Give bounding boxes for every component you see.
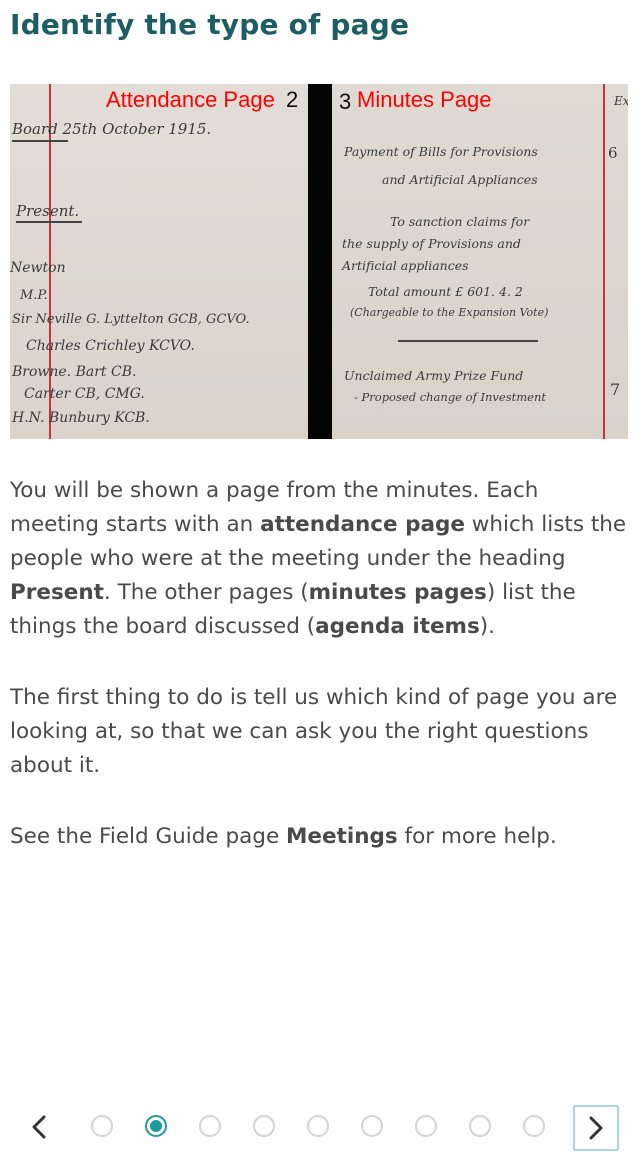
handwriting-agenda-text: Artificial appliances [342,258,469,273]
handwriting-agenda-title: - Proposed change of Investment [354,390,546,404]
previous-button[interactable] [16,1104,62,1150]
step-dot-4[interactable] [253,1115,275,1137]
handwriting-agenda-text: To sanction claims for [390,214,530,229]
intro-paragraph: You will be shown a page from the minute… [10,478,627,639]
handwriting-attendee: Newton [10,260,66,276]
handwriting-agenda-title: and Artificial Appliances [382,172,538,187]
handwriting-agenda-title: Payment of Bills for Provisions [344,144,538,159]
field-guide-meetings-link: Meetings [286,824,398,849]
handwriting-agenda-text: the supply of Provisions and [342,236,521,251]
step-dot-7[interactable] [415,1115,437,1137]
underline [16,221,82,223]
right-page-number: 3 [339,89,352,114]
underline [398,340,538,342]
step-dot-6[interactable] [361,1115,383,1137]
handwriting-agenda-text: Total amount £ 601. 4. 2 [368,284,523,299]
step-pager [0,1104,642,1154]
page-title: Identify the type of page [10,8,410,41]
handwriting-item-number: 6 [608,144,618,162]
step-dot-3[interactable] [199,1115,221,1137]
handwriting-attendee: Browne. Bart CB. [12,364,137,380]
handwriting-item-number: 7 [610,380,621,399]
minutes-page-label: Minutes Page [357,87,492,112]
handwriting-attendee: Charles Crichley KCVO. [26,338,195,354]
next-button[interactable] [573,1105,619,1151]
book-spine [308,84,332,439]
right-margin-line [603,84,605,439]
handwriting-attendee: Sir Neville G. Lyttelton GCB, GCVO. [12,312,250,327]
handwriting-edge-mark: Ex [614,94,628,108]
handwriting-attendee: M.P. [20,288,48,303]
step-dot-8[interactable] [469,1115,491,1137]
step-dot-9[interactable] [523,1115,545,1137]
underline [12,140,68,142]
chevron-right-icon [589,1116,603,1140]
handwriting-agenda-title: Unclaimed Army Prize Fund [344,368,524,383]
example-minutes-image: Attendance Page 2 3 Minutes Page Board 2… [10,84,628,439]
handwriting-board-date: Board 25th October 1915. [12,120,212,138]
handwriting-agenda-text: (Chargeable to the Expansion Vote) [350,306,549,319]
step-dot-1[interactable] [91,1115,113,1137]
chevron-left-icon [32,1115,46,1139]
handwriting-attendee: H.N. Bunbury KCB. [12,410,150,426]
attendance-page-label: Attendance Page [106,87,275,112]
instruction-paragraph: The first thing to do is tell us which k… [10,685,618,778]
step-dot-2[interactable] [145,1115,167,1137]
left-page-number: 2 [286,87,299,112]
handwriting-present: Present. [16,202,80,220]
step-dot-5[interactable] [307,1115,329,1137]
help-paragraph: See the Field Guide page Meetings for mo… [10,824,557,849]
handwriting-attendee: Carter CB, CMG. [24,386,145,402]
